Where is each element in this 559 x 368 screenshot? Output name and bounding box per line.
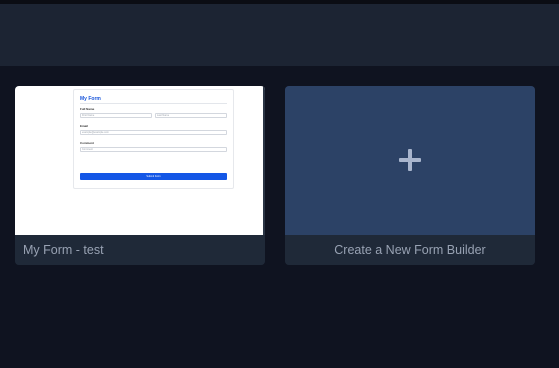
- form-preview-thumbnail: My Form Full Name First Name Last Name E…: [15, 86, 265, 235]
- create-new-form-area: [285, 86, 535, 235]
- preview-input-last-name: Last Name: [155, 113, 227, 118]
- preview-input-first-name: First Name: [80, 113, 152, 118]
- form-card-my-form[interactable]: My Form Full Name First Name Last Name E…: [15, 86, 265, 265]
- preview-input-email: example@example.com: [80, 130, 227, 135]
- header-bar: [0, 4, 559, 66]
- preview-input-comment: Comment: [80, 147, 227, 152]
- preview-label-comment: Comment: [80, 141, 94, 145]
- create-new-form-label: Create a New Form Builder: [285, 235, 535, 265]
- preview-divider: [80, 103, 227, 104]
- preview-form-title: My Form: [80, 96, 101, 102]
- form-card-title: My Form - test: [15, 235, 265, 265]
- preview-label-email: Email: [80, 124, 89, 128]
- preview-submit-button: Submit Form: [80, 173, 227, 180]
- preview-label-full-name: Full Name: [80, 107, 95, 111]
- create-new-form-card[interactable]: Create a New Form Builder: [285, 86, 535, 265]
- preview-edge: [263, 86, 265, 235]
